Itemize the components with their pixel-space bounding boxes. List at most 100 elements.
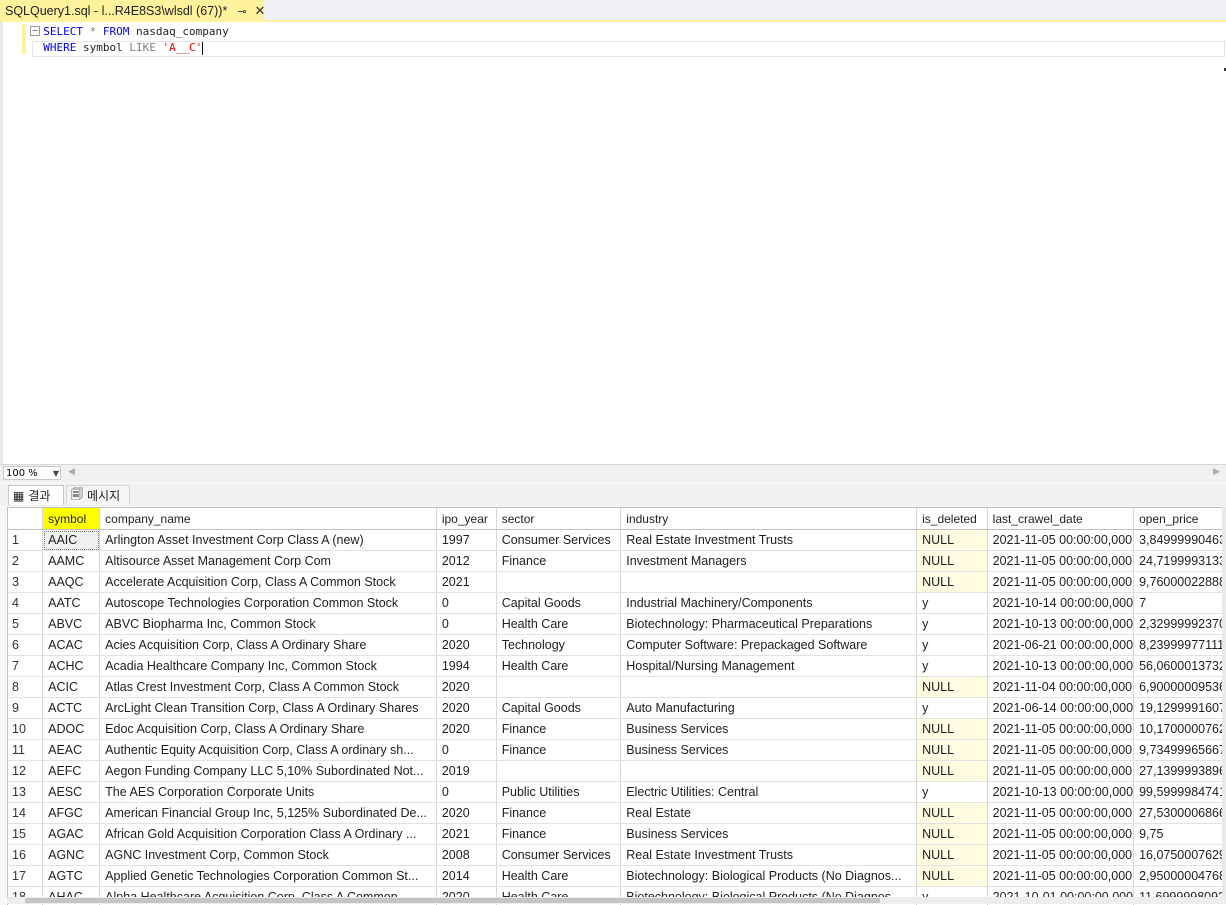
cell-industry[interactable]: [621, 761, 917, 782]
cell-ipo-year[interactable]: 0: [436, 740, 496, 761]
cell-industry[interactable]: Auto Manufacturing: [621, 698, 917, 719]
row-number[interactable]: 13: [8, 782, 43, 803]
cell-ipo-year[interactable]: 2021: [436, 824, 496, 845]
table-row[interactable]: 2AAMCAltisource Asset Management Corp Co…: [8, 551, 1226, 572]
cell-company-name[interactable]: Accelerate Acquisition Corp, Class A Com…: [100, 572, 437, 593]
row-number[interactable]: 2: [8, 551, 43, 572]
cell-open-price[interactable]: 24,7199993133: [1134, 551, 1226, 572]
cell-last-crawel-date[interactable]: 2021-10-13 00:00:00,000: [987, 782, 1133, 803]
cell-is-deleted[interactable]: NULL: [917, 824, 988, 845]
cell-last-crawel-date[interactable]: 2021-11-05 00:00:00,000: [987, 845, 1133, 866]
cell-sector[interactable]: Capital Goods: [496, 698, 621, 719]
cell-symbol[interactable]: AFGC: [43, 803, 100, 824]
cell-sector[interactable]: Finance: [496, 824, 621, 845]
cell-industry[interactable]: Real Estate: [621, 803, 917, 824]
cell-open-price[interactable]: 10,1700000762: [1134, 719, 1226, 740]
table-row[interactable]: 11AEACAuthentic Equity Acquisition Corp,…: [8, 740, 1226, 761]
query-editor[interactable]: − SELECT * FROM nasdaq_company WHERE sym…: [0, 22, 1226, 464]
cell-company-name[interactable]: Acies Acquisition Corp, Class A Ordinary…: [100, 635, 437, 656]
row-number[interactable]: 7: [8, 656, 43, 677]
cell-industry[interactable]: Business Services: [621, 740, 917, 761]
cell-company-name[interactable]: The AES Corporation Corporate Units: [100, 782, 437, 803]
scroll-left-icon[interactable]: ◀: [68, 467, 75, 477]
row-number[interactable]: 11: [8, 740, 43, 761]
cell-symbol[interactable]: ACTC: [43, 698, 100, 719]
cell-ipo-year[interactable]: 1994: [436, 656, 496, 677]
cell-last-crawel-date[interactable]: 2021-11-05 00:00:00,000: [987, 866, 1133, 887]
cell-symbol[interactable]: AATC: [43, 593, 100, 614]
table-row[interactable]: 17AGTCApplied Genetic Technologies Corpo…: [8, 866, 1226, 887]
cell-last-crawel-date[interactable]: 2021-10-13 00:00:00,000: [987, 656, 1133, 677]
cell-company-name[interactable]: Autoscope Technologies Corporation Commo…: [100, 593, 437, 614]
cell-company-name[interactable]: AGNC Investment Corp, Common Stock: [100, 845, 437, 866]
cell-open-price[interactable]: 9,75: [1134, 824, 1226, 845]
cell-open-price[interactable]: 8,23999977111: [1134, 635, 1226, 656]
cell-is-deleted[interactable]: NULL: [917, 572, 988, 593]
row-number[interactable]: 16: [8, 845, 43, 866]
cell-industry[interactable]: Real Estate Investment Trusts: [621, 845, 917, 866]
row-number[interactable]: 10: [8, 719, 43, 740]
cell-open-price[interactable]: 9,76000022888: [1134, 572, 1226, 593]
cell-ipo-year[interactable]: 2020: [436, 698, 496, 719]
cell-industry[interactable]: Business Services: [621, 824, 917, 845]
cell-sector[interactable]: Health Care: [496, 656, 621, 677]
cell-is-deleted[interactable]: NULL: [917, 677, 988, 698]
cell-last-crawel-date[interactable]: 2021-11-05 00:00:00,000: [987, 803, 1133, 824]
row-number[interactable]: 8: [8, 677, 43, 698]
table-row[interactable]: 8ACICAtlas Crest Investment Corp, Class …: [8, 677, 1226, 698]
zoom-dropdown[interactable]: 100 % ▼: [3, 466, 61, 480]
cell-company-name[interactable]: Altisource Asset Management Corp Com: [100, 551, 437, 572]
cell-sector[interactable]: Finance: [496, 719, 621, 740]
cell-ipo-year[interactable]: 2020: [436, 803, 496, 824]
cell-is-deleted[interactable]: NULL: [917, 761, 988, 782]
cell-symbol[interactable]: AAQC: [43, 572, 100, 593]
grid-horizontal-scrollbar[interactable]: [7, 897, 1226, 904]
cell-sector[interactable]: Public Utilities: [496, 782, 621, 803]
cell-symbol[interactable]: AESC: [43, 782, 100, 803]
cell-last-crawel-date[interactable]: 2021-11-05 00:00:00,000: [987, 551, 1133, 572]
cell-symbol[interactable]: AGTC: [43, 866, 100, 887]
row-number[interactable]: 9: [8, 698, 43, 719]
cell-open-price[interactable]: 16,0750007629: [1134, 845, 1226, 866]
cell-ipo-year[interactable]: 0: [436, 593, 496, 614]
cell-industry[interactable]: Biotechnology: Biological Products (No D…: [621, 866, 917, 887]
cell-is-deleted[interactable]: y: [917, 614, 988, 635]
column-header-sector[interactable]: sector: [496, 508, 621, 530]
column-header-industry[interactable]: industry: [621, 508, 917, 530]
cell-sector[interactable]: Capital Goods: [496, 593, 621, 614]
row-number[interactable]: 1: [8, 530, 43, 551]
cell-is-deleted[interactable]: y: [917, 635, 988, 656]
cell-ipo-year[interactable]: 2020: [436, 677, 496, 698]
cell-industry[interactable]: Real Estate Investment Trusts: [621, 530, 917, 551]
cell-company-name[interactable]: Atlas Crest Investment Corp, Class A Com…: [100, 677, 437, 698]
cell-symbol[interactable]: AAIC: [43, 530, 100, 551]
cell-ipo-year[interactable]: 2008: [436, 845, 496, 866]
cell-ipo-year[interactable]: 2014: [436, 866, 496, 887]
cell-symbol[interactable]: ACAC: [43, 635, 100, 656]
table-row[interactable]: 15AGACAfrican Gold Acquisition Corporati…: [8, 824, 1226, 845]
cell-is-deleted[interactable]: y: [917, 656, 988, 677]
tab-results[interactable]: ▦ 결과: [8, 485, 64, 505]
results-grid[interactable]: symbol company_name ipo_year sector indu…: [7, 507, 1226, 905]
table-row[interactable]: 5ABVCABVC Biopharma Inc, Common Stock0He…: [8, 614, 1226, 635]
cell-industry[interactable]: Industrial Machinery/Components: [621, 593, 917, 614]
cell-ipo-year[interactable]: 0: [436, 614, 496, 635]
cell-last-crawel-date[interactable]: 2021-11-05 00:00:00,000: [987, 719, 1133, 740]
cell-symbol[interactable]: ACHC: [43, 656, 100, 677]
row-number[interactable]: 17: [8, 866, 43, 887]
cell-open-price[interactable]: 7: [1134, 593, 1226, 614]
cell-sector[interactable]: [496, 761, 621, 782]
cell-sector[interactable]: Consumer Services: [496, 530, 621, 551]
cell-ipo-year[interactable]: 2019: [436, 761, 496, 782]
table-row[interactable]: 16AGNCAGNC Investment Corp, Common Stock…: [8, 845, 1226, 866]
cell-symbol[interactable]: ADOC: [43, 719, 100, 740]
cell-sector[interactable]: Finance: [496, 803, 621, 824]
row-number[interactable]: 15: [8, 824, 43, 845]
row-number[interactable]: 14: [8, 803, 43, 824]
table-row[interactable]: 13AESCThe AES Corporation Corporate Unit…: [8, 782, 1226, 803]
cell-symbol[interactable]: AGAC: [43, 824, 100, 845]
cell-company-name[interactable]: Acadia Healthcare Company Inc, Common St…: [100, 656, 437, 677]
cell-open-price[interactable]: 3,84999990463: [1134, 530, 1226, 551]
cell-sector[interactable]: [496, 677, 621, 698]
cell-company-name[interactable]: ABVC Biopharma Inc, Common Stock: [100, 614, 437, 635]
